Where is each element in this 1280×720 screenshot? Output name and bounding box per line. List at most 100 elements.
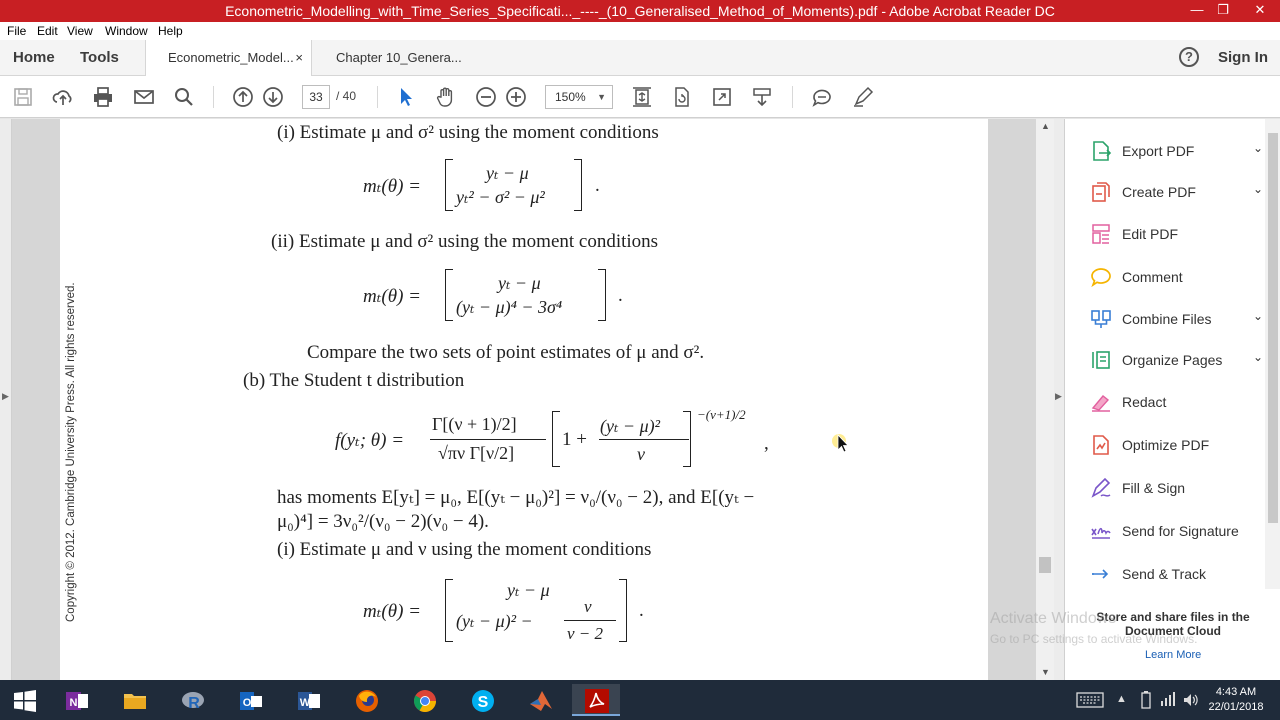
tool-create-pdf[interactable]: Create PDF ⌄: [1089, 178, 1265, 208]
fraction-denominator: √πν Γ[ν/2]: [438, 443, 515, 463]
fraction-bar: [564, 620, 616, 621]
equation-lhs: mₜ(θ) =: [363, 601, 421, 622]
tool-send-for-signature[interactable]: Send for Signature: [1089, 517, 1265, 547]
comment-icon[interactable]: [810, 85, 834, 109]
exponent: −(ν+1)/2: [697, 407, 746, 422]
keyboard-icon[interactable]: [1076, 692, 1104, 708]
chevron-down-icon[interactable]: ⌄: [1253, 182, 1263, 196]
menu-file[interactable]: File: [7, 24, 26, 38]
chrome-icon: [414, 690, 436, 712]
tool-redact[interactable]: Redact: [1089, 388, 1265, 418]
maximize-button[interactable]: ❐: [1210, 0, 1236, 22]
toolbar-separator: [377, 86, 378, 108]
learn-more-link[interactable]: Learn More: [1145, 649, 1201, 661]
print-icon[interactable]: [91, 85, 115, 109]
acrobat-reader-app[interactable]: [572, 684, 620, 716]
tool-comment[interactable]: Comment: [1089, 263, 1265, 293]
document-area[interactable]: ▶ Copyright © 2012. Cambridge University…: [0, 119, 1064, 680]
chevron-down-icon[interactable]: ⌄: [1253, 309, 1263, 323]
matlab-app[interactable]: [516, 684, 564, 716]
tab-econometric-model[interactable]: Econometric_Model... ×: [145, 40, 312, 76]
word-app[interactable]: W: [284, 684, 332, 716]
help-icon[interactable]: ?: [1179, 47, 1199, 67]
wifi-icon[interactable]: [1160, 691, 1176, 707]
close-tab-icon[interactable]: ×: [295, 50, 303, 65]
chrome-app[interactable]: [400, 684, 448, 716]
minimize-button[interactable]: —: [1184, 0, 1210, 22]
full-screen-icon[interactable]: [710, 85, 734, 109]
matlab-icon: [530, 691, 552, 711]
onenote-icon: N: [66, 692, 88, 710]
scroll-up-icon[interactable]: ▲: [1041, 121, 1050, 131]
tool-fill-sign[interactable]: Fill & Sign: [1089, 474, 1265, 504]
matrix-entry: (yₜ − μ)² −: [456, 611, 533, 631]
highlight-pen-icon[interactable]: [851, 85, 875, 109]
equation-end: .: [639, 600, 644, 621]
nav-tools[interactable]: Tools: [80, 49, 119, 66]
menu-edit[interactable]: Edit: [37, 24, 58, 38]
redact-icon: [1091, 395, 1110, 412]
scrollbar-thumb[interactable]: [1039, 557, 1051, 573]
tray-expand-icon[interactable]: ▲: [1116, 693, 1127, 705]
firefox-app[interactable]: [342, 684, 390, 716]
nav-home[interactable]: Home: [13, 49, 55, 66]
save-icon[interactable]: [11, 85, 35, 109]
fit-page-icon[interactable]: [630, 85, 654, 109]
battery-icon[interactable]: [1140, 691, 1152, 709]
select-pointer-icon[interactable]: [394, 85, 418, 109]
tool-edit-pdf[interactable]: Edit PDF: [1089, 220, 1265, 250]
upload-cloud-icon[interactable]: [51, 85, 75, 109]
tab-chapter-10[interactable]: Chapter 10_Genera...: [313, 40, 479, 76]
rotate-icon[interactable]: [670, 85, 694, 109]
zoom-select[interactable]: 150% ▼: [545, 85, 613, 109]
next-page-icon[interactable]: [261, 85, 285, 109]
page-total: / 40: [336, 89, 357, 103]
sign-in-button[interactable]: Sign In: [1218, 49, 1268, 66]
tool-export-pdf[interactable]: Export PDF ⌄: [1089, 137, 1265, 167]
zoom-in-icon[interactable]: [504, 85, 528, 109]
fraction-denominator: ν − 2: [567, 624, 604, 643]
page-number-input[interactable]: 33: [302, 85, 330, 109]
activate-windows-title: Activate Windows: [990, 610, 1117, 627]
chevron-down-icon[interactable]: ⌄: [1253, 350, 1263, 364]
menu-window[interactable]: Window: [105, 24, 148, 38]
bracket-right: [619, 579, 627, 642]
hand-tool-icon[interactable]: [434, 85, 458, 109]
send-track-icon: [1092, 569, 1109, 579]
tool-send-track[interactable]: Send & Track: [1089, 560, 1265, 590]
tool-combine-files[interactable]: Combine Files ⌄: [1089, 305, 1265, 335]
scroll-down-icon[interactable]: ▼: [1041, 667, 1050, 677]
outlook-app[interactable]: O: [226, 684, 274, 716]
previous-page-icon[interactable]: [231, 85, 255, 109]
scroll-mode-icon[interactable]: [750, 85, 774, 109]
tools-panel-scrollbar[interactable]: [1265, 119, 1280, 589]
edit-pdf-icon: [1092, 224, 1110, 244]
chevron-down-icon: ▼: [597, 92, 606, 102]
svg-text:S: S: [478, 694, 489, 711]
volume-icon[interactable]: [1182, 691, 1200, 709]
email-icon[interactable]: [132, 85, 156, 109]
right-panel-toggle[interactable]: ▶: [1054, 119, 1064, 680]
menu-view[interactable]: View: [67, 24, 93, 38]
tool-optimize-pdf[interactable]: Optimize PDF: [1089, 431, 1265, 461]
zoom-value: 150%: [555, 90, 586, 104]
zoom-out-icon[interactable]: [474, 85, 498, 109]
r-app[interactable]: R: [168, 684, 216, 716]
equation-end: .: [618, 285, 623, 306]
start-button[interactable]: [0, 684, 48, 716]
tool-organize-pages[interactable]: Organize Pages ⌄: [1089, 346, 1265, 376]
onenote-app[interactable]: N: [52, 684, 100, 716]
fraction-denominator: ν: [637, 444, 645, 464]
search-icon[interactable]: [172, 85, 196, 109]
document-scrollbar[interactable]: ▲ ▼: [1036, 119, 1054, 680]
menu-help[interactable]: Help: [158, 24, 183, 38]
scrollbar-thumb[interactable]: [1268, 133, 1278, 523]
close-window-button[interactable]: ✕: [1240, 0, 1280, 22]
skype-app[interactable]: S: [458, 684, 506, 716]
chevron-down-icon[interactable]: ⌄: [1253, 141, 1263, 155]
collapse-right-icon: ▶: [1055, 391, 1062, 401]
system-clock[interactable]: 4:43 AM 22/01/2018: [1206, 685, 1266, 715]
left-panel-toggle[interactable]: ▶: [0, 119, 12, 680]
bracket-left: [445, 579, 453, 642]
file-explorer-app[interactable]: [110, 684, 158, 716]
